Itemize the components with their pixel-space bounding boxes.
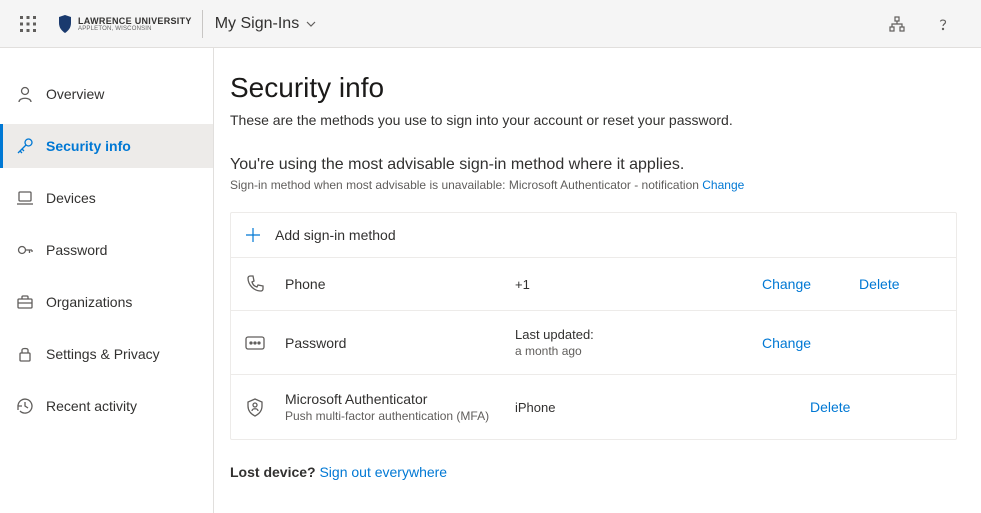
sidebar-item-label: Password <box>46 242 107 258</box>
sidebar-item-devices[interactable]: Devices <box>0 176 213 220</box>
method-name: Phone <box>285 276 515 292</box>
method-detail: +1 <box>515 277 762 292</box>
org-sub: APPLETON, WISCONSIN <box>78 26 192 32</box>
add-method-label: Add sign-in method <box>275 227 396 243</box>
app-title-dropdown[interactable]: My Sign-Ins <box>215 15 317 33</box>
org-tree-icon <box>889 16 905 32</box>
lost-device-prefix: Lost device? <box>230 464 319 480</box>
person-icon <box>16 85 34 103</box>
method-row-authenticator: Microsoft Authenticator Push multi-facto… <box>231 375 956 439</box>
app-launcher-button[interactable] <box>8 4 48 44</box>
sidebar-item-label: Security info <box>46 138 131 154</box>
sidebar-item-label: Recent activity <box>46 398 137 414</box>
waffle-icon <box>20 16 36 32</box>
sidebar-item-label: Devices <box>46 190 96 206</box>
key-icon <box>16 137 34 155</box>
page-container: Overview Security info Devices Password … <box>0 48 981 513</box>
method-actions: Change <box>762 335 942 351</box>
sidebar-item-settings-privacy[interactable]: Settings & Privacy <box>0 332 213 376</box>
briefcase-icon <box>16 293 34 311</box>
page-title: Security info <box>230 72 957 104</box>
sign-out-everywhere-link[interactable]: Sign out everywhere <box>319 464 447 480</box>
org-switcher-button[interactable] <box>877 4 917 44</box>
header-actions <box>877 4 973 44</box>
authenticator-icon <box>245 397 285 417</box>
password-icon <box>245 336 285 350</box>
org-name: Lawrence University <box>78 16 192 26</box>
main-content: Security info These are the methods you … <box>214 48 981 513</box>
sidebar-item-label: Settings & Privacy <box>46 346 160 362</box>
sidebar-item-password[interactable]: Password <box>0 228 213 272</box>
lost-device: Lost device? Sign out everywhere <box>230 464 957 480</box>
delete-link[interactable]: Delete <box>859 276 899 292</box>
methods-list: Add sign-in method Phone +1 Change Delet… <box>230 212 957 440</box>
plus-icon <box>245 227 261 243</box>
delete-link[interactable]: Delete <box>810 399 850 415</box>
history-icon <box>16 397 34 415</box>
org-logo: Lawrence University APPLETON, WISCONSIN <box>48 10 203 38</box>
sidebar-item-label: Overview <box>46 86 104 102</box>
advisable-subtext: Sign-in method when most advisable is un… <box>230 178 957 192</box>
method-detail: iPhone <box>515 400 762 415</box>
shield-logo-icon <box>58 15 72 33</box>
change-link[interactable]: Change <box>762 335 811 351</box>
sidebar-item-overview[interactable]: Overview <box>0 72 213 116</box>
method-row-phone: Phone +1 Change Delete <box>231 258 956 311</box>
method-actions: Change Delete <box>762 276 942 292</box>
method-actions: Delete <box>762 399 942 415</box>
advisable-subtext-prefix: Sign-in method when most advisable is un… <box>230 178 702 192</box>
method-detail: Last updated: a month ago <box>515 327 762 358</box>
change-link[interactable]: Change <box>762 276 811 292</box>
phone-icon <box>245 274 285 294</box>
chevron-down-icon <box>305 18 317 30</box>
key-outline-icon <box>16 241 34 259</box>
sidebar: Overview Security info Devices Password … <box>0 48 214 513</box>
advisable-heading: You're using the most advisable sign-in … <box>230 156 957 174</box>
help-icon <box>935 16 951 32</box>
advisable-change-link[interactable]: Change <box>702 178 744 192</box>
sidebar-item-organizations[interactable]: Organizations <box>0 280 213 324</box>
lock-icon <box>16 345 34 363</box>
method-name: Password <box>285 335 515 351</box>
sidebar-item-recent-activity[interactable]: Recent activity <box>0 384 213 428</box>
method-name: Microsoft Authenticator Push multi-facto… <box>285 391 515 423</box>
method-row-password: Password Last updated: a month ago Chang… <box>231 311 956 375</box>
laptop-icon <box>16 189 34 207</box>
help-button[interactable] <box>923 4 963 44</box>
app-title-text: My Sign-Ins <box>215 15 299 33</box>
page-subtitle: These are the methods you use to sign in… <box>230 112 957 128</box>
sidebar-item-security-info[interactable]: Security info <box>0 124 213 168</box>
sidebar-item-label: Organizations <box>46 294 132 310</box>
add-method-button[interactable]: Add sign-in method <box>231 213 956 258</box>
app-header: Lawrence University APPLETON, WISCONSIN … <box>0 0 981 48</box>
